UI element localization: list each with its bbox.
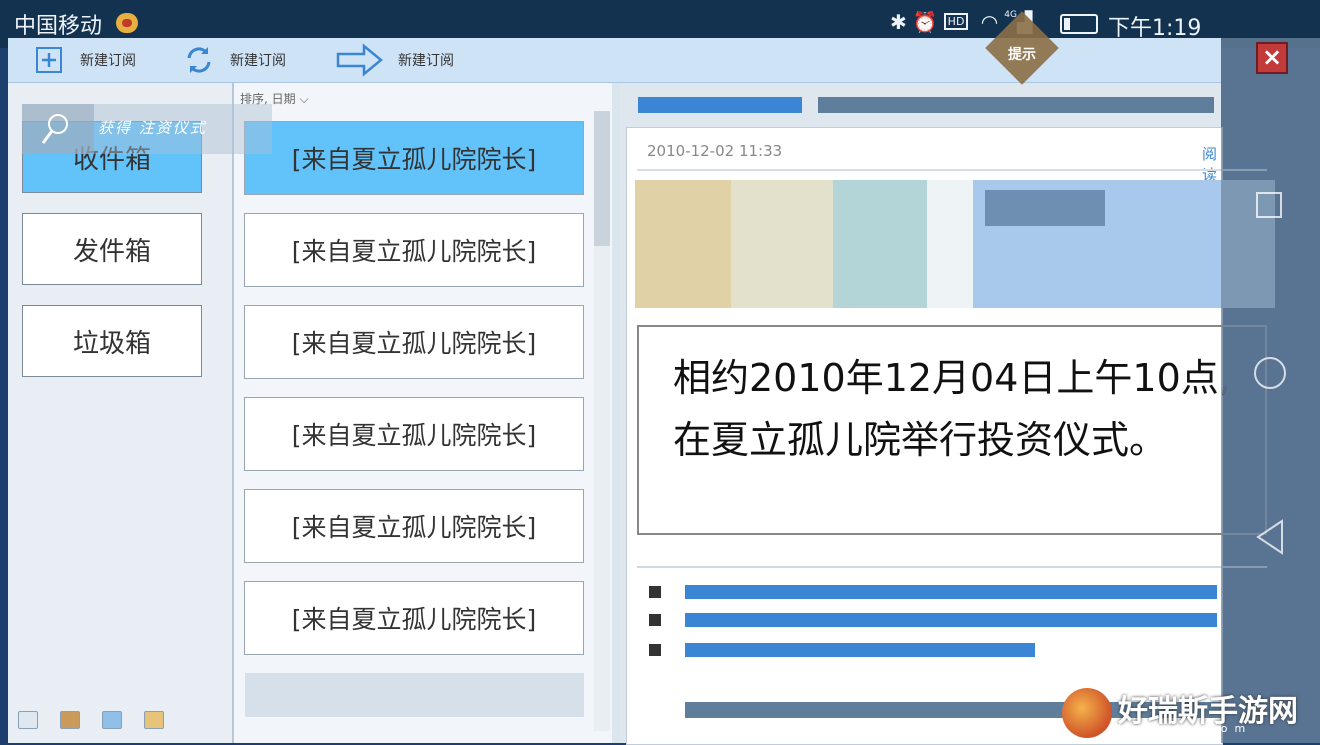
- system-nav-bar: [1221, 38, 1320, 743]
- wifi-icon: ◠: [980, 10, 1005, 34]
- message-body: 相约2010年12月04日上午10点, 在夏立孤儿院举行投资仪式。: [637, 325, 1267, 535]
- carrier-name: 中国移动: [14, 14, 103, 39]
- message-card: 2010-12-02 11:33 阅读原文 相约2010年12月04日上午10点…: [626, 127, 1275, 745]
- toolbar-label: 新建订阅: [230, 53, 286, 69]
- message-item-placeholder: [245, 673, 584, 717]
- close-button[interactable]: ×: [1256, 42, 1288, 74]
- hint-label[interactable]: 提示: [1000, 44, 1044, 64]
- message-subject: [来自夏立孤儿院院长]: [291, 513, 537, 542]
- message-list-pane: 排序, 日期 ⌵ [来自夏立孤儿院院长] [来自夏立孤儿院院长] [来自夏立孤儿…: [234, 83, 620, 743]
- recent-apps-icon[interactable]: [1256, 192, 1282, 218]
- search-overlay-title: 获得 注资仪式: [98, 119, 207, 137]
- image-icon[interactable]: [18, 711, 38, 729]
- body-line: 相约2010年12月04日上午10点,: [673, 356, 1231, 400]
- window-icon[interactable]: [102, 711, 122, 729]
- alarm-icon: ⏰: [912, 10, 944, 34]
- note-icon[interactable]: [144, 711, 164, 729]
- scrollbar-thumb[interactable]: [594, 111, 610, 246]
- message-item[interactable]: [来自夏立孤儿院院长]: [244, 489, 584, 563]
- folder-outbox[interactable]: 发件箱: [22, 213, 202, 285]
- message-subject: [来自夏立孤儿院院长]: [291, 145, 537, 174]
- archive-icon[interactable]: [60, 711, 80, 729]
- toolbar-label: 新建订阅: [80, 53, 136, 69]
- new-subscription-button[interactable]: 新建订阅: [32, 42, 136, 78]
- bluetooth-icon: ✱: [890, 10, 913, 34]
- message-item[interactable]: [来自夏立孤儿院院长]: [244, 305, 584, 379]
- message-subject: [来自夏立孤儿院院长]: [291, 605, 537, 634]
- magnifier-icon: [22, 104, 94, 154]
- folder-label: 垃圾箱: [72, 328, 151, 359]
- watermark-domain: horhys.com: [1118, 722, 1253, 735]
- list-item-bar: [685, 585, 1217, 599]
- message-item[interactable]: [来自夏立孤儿院院长]: [244, 581, 584, 655]
- weibo-icon: [116, 13, 138, 33]
- folder-label: 发件箱: [72, 236, 151, 267]
- close-icon: ×: [1261, 43, 1283, 71]
- divider: [637, 566, 1267, 568]
- refresh-subscription-button[interactable]: 新建订阅: [182, 42, 286, 78]
- chevron-down-icon: ⌵: [299, 92, 309, 106]
- list-bullet: [649, 586, 661, 598]
- folder-pane: 收件箱 发件箱 垃圾箱: [8, 83, 234, 743]
- mail-app-window: 新建订阅 新建订阅 新建订阅 收件箱 发件箱 垃圾箱 排序, 日期 ⌵ [来自夏…: [8, 38, 1275, 745]
- list-item-bar: [685, 643, 1035, 657]
- message-item[interactable]: [来自夏立孤儿院院长]: [244, 213, 584, 287]
- bottom-toolbar: [18, 711, 164, 729]
- message-body-text: 相约2010年12月04日上午10点, 在夏立孤儿院举行投资仪式。: [673, 347, 1231, 471]
- banner-image: [635, 180, 1275, 308]
- folder-trash[interactable]: 垃圾箱: [22, 305, 202, 377]
- refresh-icon: [182, 43, 216, 77]
- forward-subscription-button[interactable]: 新建订阅: [336, 42, 454, 78]
- toolbar-label: 新建订阅: [398, 53, 454, 69]
- home-icon[interactable]: [1254, 357, 1286, 389]
- add-icon: [32, 43, 66, 77]
- message-item[interactable]: [来自夏立孤儿院院长]: [244, 397, 584, 471]
- message-item[interactable]: [来自夏立孤儿院院长]: [244, 121, 584, 195]
- reader-pane: 2010-12-02 11:33 阅读原文 相约2010年12月04日上午10点…: [620, 83, 1275, 745]
- reader-title-bar: [818, 97, 1214, 113]
- back-icon[interactable]: [1254, 518, 1286, 556]
- list-bullet: [649, 644, 661, 656]
- divider: [637, 169, 1267, 171]
- watermark-logo: [1062, 688, 1112, 738]
- list-bullet: [649, 614, 661, 626]
- message-date: 2010-12-02 11:33: [647, 142, 783, 160]
- message-subject: [来自夏立孤儿院院长]: [291, 237, 537, 266]
- reader-tab-active[interactable]: [638, 97, 802, 113]
- message-subject: [来自夏立孤儿院院长]: [291, 421, 537, 450]
- battery-icon: [1060, 14, 1098, 34]
- body-line: 在夏立孤儿院举行投资仪式。: [673, 418, 1168, 462]
- arrow-right-icon: [336, 43, 384, 77]
- search-overlay[interactable]: 获得 注资仪式: [22, 104, 272, 154]
- message-subject: [来自夏立孤儿院院长]: [291, 329, 537, 358]
- list-item-bar: [685, 613, 1217, 627]
- hd-icon: HD: [943, 13, 969, 30]
